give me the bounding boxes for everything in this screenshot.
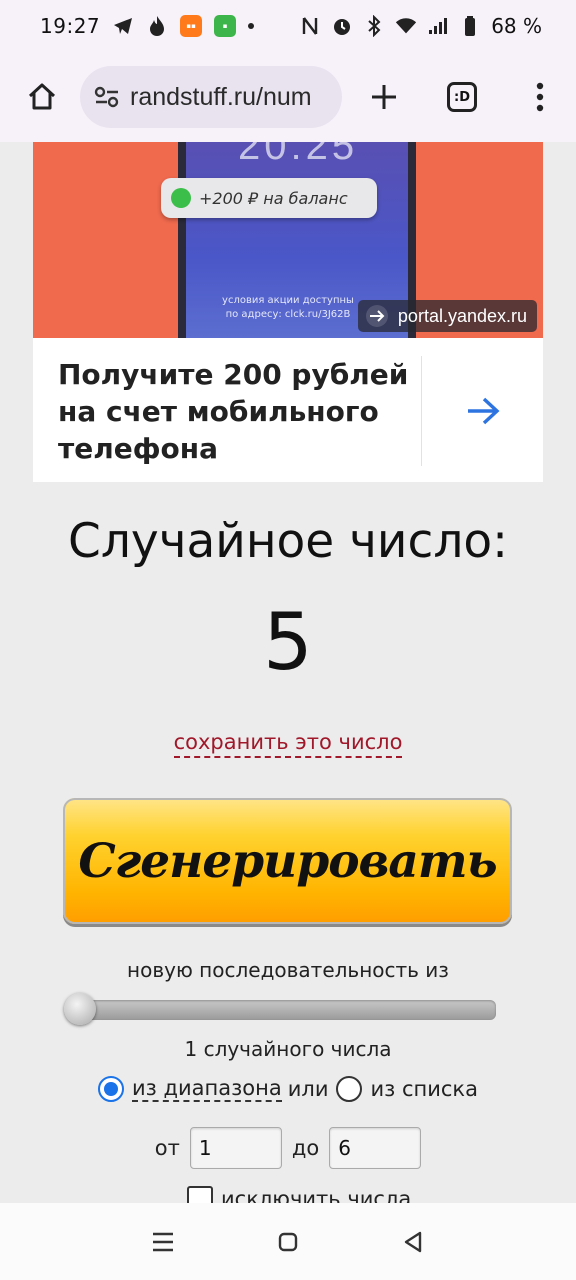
to-label: до bbox=[291, 1136, 320, 1160]
ad-phone-clock: 20:25 bbox=[238, 142, 359, 168]
back-button[interactable] bbox=[388, 1217, 438, 1267]
message-icon bbox=[171, 188, 191, 208]
ad-domain-link[interactable]: portal.yandex.ru bbox=[357, 300, 537, 332]
home-icon bbox=[28, 83, 56, 110]
address-bar[interactable]: randstuff.ru/num bbox=[80, 66, 342, 128]
system-nav-bar bbox=[0, 1203, 576, 1280]
sequence-label: новую последовательность из bbox=[127, 958, 449, 982]
battery-percent: 68 % bbox=[491, 14, 542, 38]
bluetooth-icon bbox=[363, 15, 385, 37]
slider-thumb[interactable] bbox=[64, 993, 96, 1025]
new-tab-button[interactable] bbox=[362, 75, 406, 119]
generate-button[interactable]: Сгенерировать bbox=[63, 798, 512, 924]
page-heading: Случайное число: bbox=[68, 514, 508, 569]
signal-icon bbox=[427, 15, 449, 37]
wifi-icon bbox=[395, 15, 417, 37]
telegram-icon bbox=[112, 15, 134, 37]
ad-terms: условия акции доступны по адресу: clck.r… bbox=[222, 295, 354, 320]
ad-card[interactable]: Получите 200 рублей на счет мобильного т… bbox=[33, 338, 543, 482]
from-label: от bbox=[154, 1136, 180, 1160]
arrow-right-icon bbox=[467, 397, 500, 425]
square-icon bbox=[278, 1232, 298, 1251]
or-label: или bbox=[287, 1077, 329, 1101]
tab-switcher-button[interactable]: :D bbox=[440, 75, 484, 119]
count-label: 1 случайного числа bbox=[184, 1037, 392, 1061]
arrow-right-icon bbox=[365, 305, 388, 327]
more-vert-icon bbox=[536, 82, 544, 112]
random-number-result: 5 bbox=[263, 598, 313, 688]
ad-arrow-button[interactable] bbox=[421, 356, 543, 466]
site-settings-icon[interactable] bbox=[94, 86, 120, 108]
tab-count-badge: :D bbox=[447, 82, 477, 112]
ad-title: Получите 200 рублей на счет мобильного т… bbox=[58, 358, 409, 465]
browser-toolbar: randstuff.ru/num :D bbox=[0, 52, 576, 142]
from-input[interactable] bbox=[189, 1127, 282, 1169]
recents-button[interactable] bbox=[138, 1217, 188, 1267]
plus-icon bbox=[372, 85, 396, 109]
url-text: randstuff.ru/num bbox=[130, 82, 312, 111]
range-inputs: от до bbox=[0, 1127, 576, 1169]
home-button[interactable] bbox=[20, 75, 64, 119]
mode-selector: из диапазона или из списка bbox=[0, 1076, 576, 1102]
radio-list[interactable] bbox=[336, 1076, 363, 1102]
flame-icon bbox=[146, 15, 168, 37]
to-input[interactable] bbox=[329, 1127, 422, 1169]
status-bar: 19:27 ▪▪ ▪ 68 % bbox=[0, 0, 576, 52]
save-number-link[interactable]: сохранить это число bbox=[173, 730, 403, 758]
generate-button-label: Сгенерировать bbox=[78, 833, 497, 889]
app-badge-icon: ▪ bbox=[214, 15, 237, 37]
alarm-icon bbox=[331, 15, 353, 37]
back-triangle-icon bbox=[405, 1231, 422, 1252]
ad-image[interactable]: 20:25 +200 ₽ на баланс условия акции дос… bbox=[33, 142, 543, 338]
menu-lines-icon bbox=[152, 1232, 173, 1251]
dot-icon bbox=[248, 23, 255, 29]
count-slider[interactable] bbox=[64, 993, 496, 1025]
battery-icon bbox=[459, 15, 481, 37]
home-nav-button[interactable] bbox=[263, 1217, 313, 1267]
ad-notification-text: +200 ₽ на баланс bbox=[199, 188, 348, 208]
nfc-icon bbox=[299, 15, 321, 37]
radio-range[interactable] bbox=[98, 1076, 124, 1102]
menu-button[interactable] bbox=[518, 75, 562, 119]
status-time: 19:27 bbox=[40, 14, 101, 38]
app-badge-icon: ▪▪ bbox=[180, 15, 203, 37]
ad-domain-text: portal.yandex.ru bbox=[397, 305, 527, 326]
list-option-label[interactable]: из списка bbox=[370, 1077, 478, 1101]
range-option-label[interactable]: из диапазона bbox=[132, 1076, 282, 1102]
ad-notification: +200 ₽ на баланс bbox=[161, 178, 377, 218]
